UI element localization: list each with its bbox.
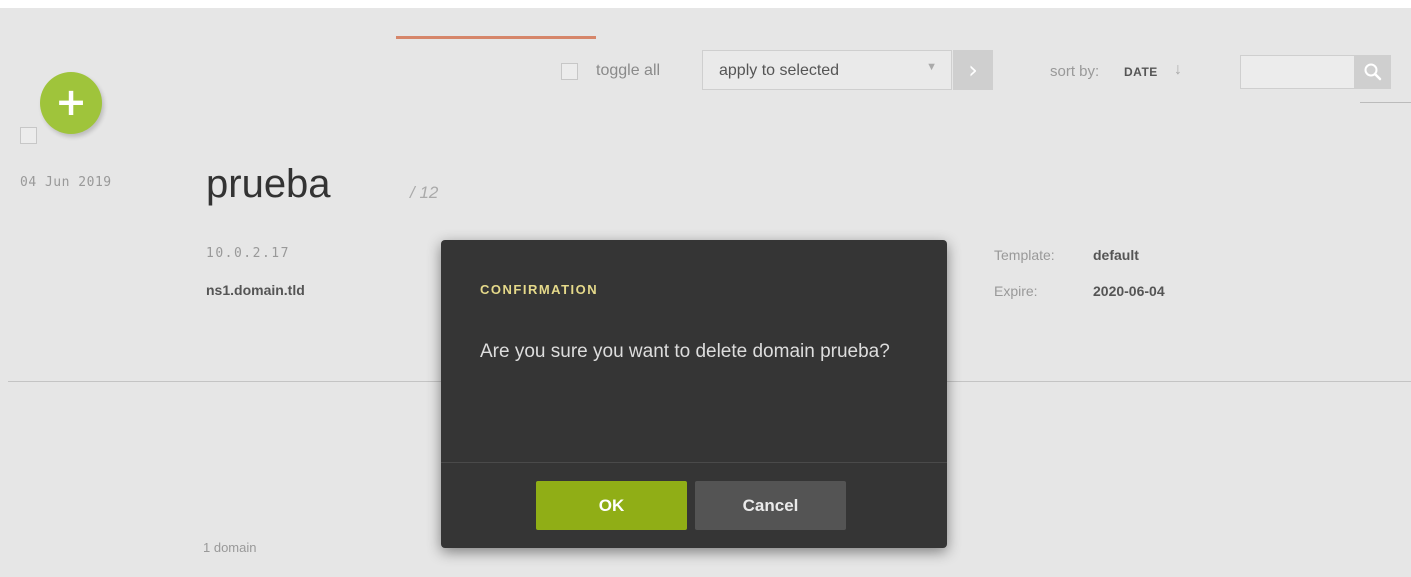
domain-nameserver: ns1.domain.tld [206, 282, 305, 298]
template-value: default [1093, 247, 1139, 263]
search-input[interactable] [1240, 55, 1355, 89]
dialog-title: CONFIRMATION [480, 282, 599, 297]
toggle-all-label[interactable]: toggle all [596, 62, 660, 80]
top-bar [0, 0, 1411, 8]
toggle-all-checkbox[interactable] [561, 63, 578, 80]
domain-date: 04 Jun 2019 [20, 175, 112, 190]
domain-ip: 10.0.2.17 [206, 246, 290, 261]
apply-action-button[interactable]: › [953, 50, 993, 90]
domain-total-count: 1 domain [203, 540, 257, 555]
search-underline [1360, 102, 1411, 103]
sort-direction-icon[interactable]: ↓ [1174, 61, 1182, 79]
expire-label: Expire: [994, 283, 1038, 299]
sort-by-label: sort by: [1050, 63, 1100, 80]
confirmation-dialog: CONFIRMATION Are you sure you want to de… [441, 240, 947, 548]
row-checkbox[interactable] [20, 127, 37, 144]
sort-by-value[interactable]: DATE [1124, 65, 1158, 79]
expire-value: 2020-06-04 [1093, 283, 1165, 299]
template-label: Template: [994, 247, 1055, 263]
add-domain-button[interactable]: + [40, 72, 102, 134]
domain-record-count: / 12 [410, 183, 439, 202]
bulk-action-selected-value: apply to selected [719, 62, 840, 79]
ok-button[interactable]: OK [536, 481, 687, 530]
cancel-button[interactable]: Cancel [695, 481, 846, 530]
dialog-divider [441, 462, 947, 463]
active-tab-indicator [396, 36, 596, 39]
search-button[interactable] [1355, 55, 1391, 89]
chevron-right-icon: › [968, 56, 978, 84]
caret-down-icon: ▼ [926, 61, 937, 73]
bulk-action-select[interactable]: apply to selected ▼ [702, 50, 952, 90]
domain-name[interactable]: prueba [206, 162, 331, 207]
plus-icon: + [55, 79, 87, 124]
dialog-message: Are you sure you want to delete domain p… [480, 341, 890, 362]
search-icon [1364, 63, 1382, 81]
